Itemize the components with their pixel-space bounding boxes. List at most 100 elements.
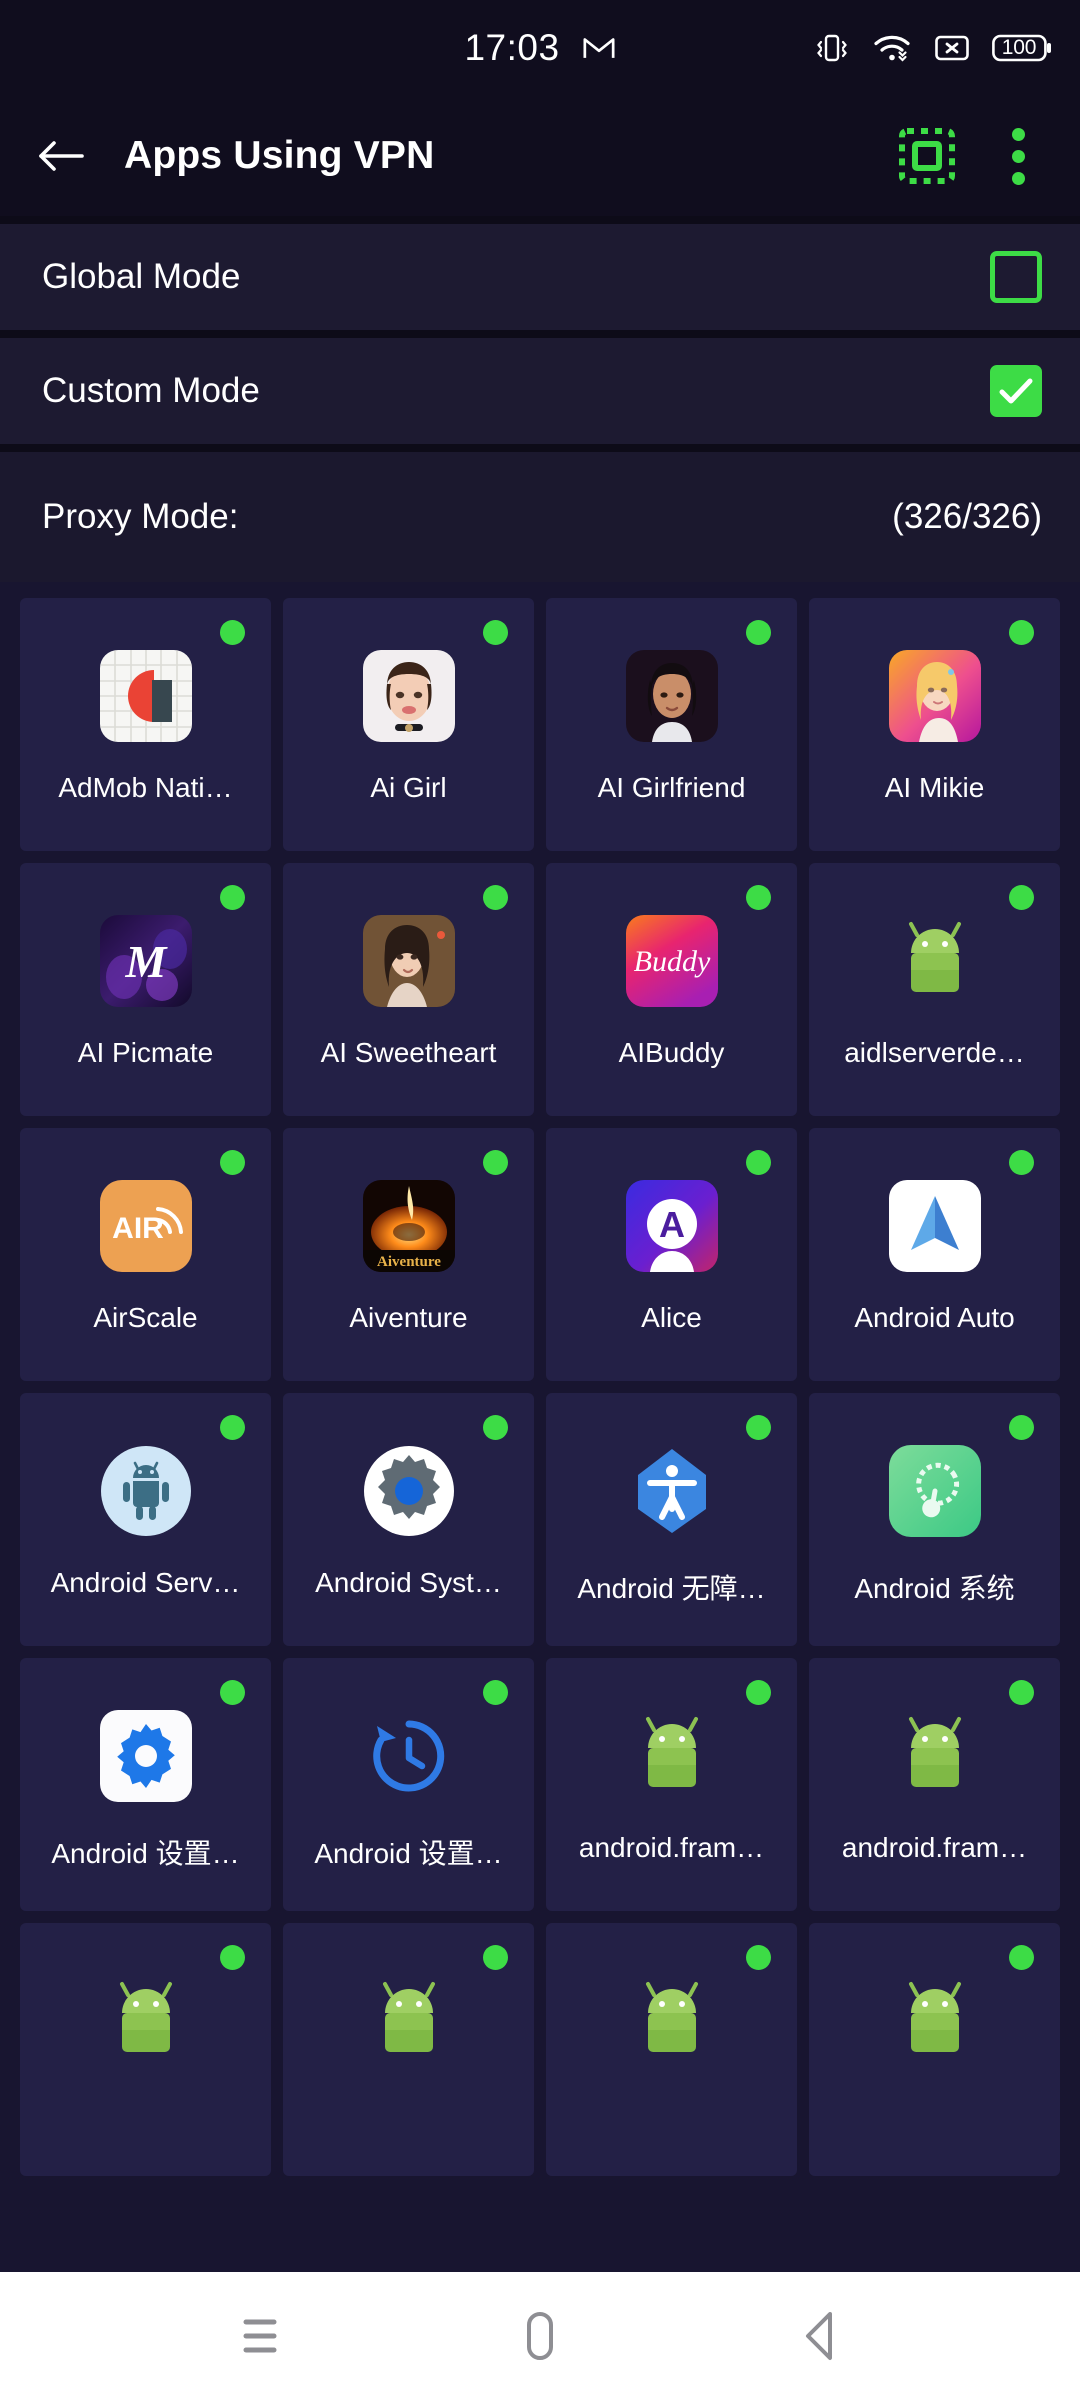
- svg-text:AIR: AIR: [112, 1212, 164, 1245]
- history-clock-icon: [363, 1710, 455, 1802]
- app-name-label: Android 无障…: [577, 1573, 766, 1604]
- app-enabled-dot: [220, 1150, 245, 1175]
- app-tile[interactable]: Aiventure Aiventure: [283, 1128, 534, 1381]
- app-name-label: AirScale: [93, 1302, 198, 1333]
- app-enabled-dot: [483, 1150, 508, 1175]
- status-bar-icons: 100: [814, 32, 1052, 64]
- app-tile[interactable]: Android 设置…: [20, 1658, 271, 1911]
- android-robot-icon: [626, 1710, 718, 1802]
- app-tile[interactable]: Android 无障…: [546, 1393, 797, 1646]
- app-tile[interactable]: AdMob Nati…: [20, 598, 271, 851]
- app-name-label: android.fram…: [841, 1832, 1028, 1863]
- app-name-label: Android Syst…: [315, 1567, 502, 1598]
- android-system-green-icon: [888, 1445, 981, 1537]
- app-tile[interactable]: [546, 1923, 797, 2176]
- global-mode-label: Global Mode: [42, 257, 241, 296]
- app-name-label: AdMob Nati…: [58, 772, 233, 803]
- back-arrow-icon[interactable]: [30, 125, 92, 187]
- back-button[interactable]: [765, 2281, 875, 2391]
- app-tile[interactable]: android.fram…: [546, 1658, 797, 1911]
- recents-button[interactable]: [205, 2281, 315, 2391]
- app-tile[interactable]: android.fram…: [809, 1658, 1060, 1911]
- app-grid-scroll[interactable]: AdMob Nati… Ai Girl AI Girlfriend AI Mik…: [0, 582, 1080, 2272]
- ai-girl-icon: [362, 650, 455, 742]
- app-tile[interactable]: AI Sweetheart: [283, 863, 534, 1116]
- app-name-label: aidlserverde…: [844, 1037, 1025, 1068]
- alice-icon: A: [625, 1180, 718, 1272]
- app-tile[interactable]: [809, 1923, 1060, 2176]
- app-tile[interactable]: Android 设置…: [283, 1658, 534, 1911]
- app-name-label: AI Picmate: [77, 1037, 214, 1068]
- app-enabled-dot: [1009, 620, 1034, 645]
- overflow-dot: [1011, 171, 1025, 185]
- app-enabled-dot: [220, 1945, 245, 1970]
- app-tile[interactable]: [20, 1923, 271, 2176]
- app-name-label: Android 设置…: [51, 1838, 240, 1869]
- app-name-label: Android 设置…: [314, 1838, 503, 1869]
- app-tile[interactable]: A Alice: [546, 1128, 797, 1381]
- app-enabled-dot: [746, 620, 771, 645]
- app-enabled-dot: [483, 620, 508, 645]
- app-enabled-dot: [483, 1415, 508, 1440]
- app-enabled-dot: [483, 885, 508, 910]
- app-name-label: AI Mikie: [884, 772, 985, 803]
- android-robot-icon: [626, 1975, 718, 2067]
- app-enabled-dot: [746, 1150, 771, 1175]
- app-tile[interactable]: Android Syst…: [283, 1393, 534, 1646]
- ai-picmate-icon: M: [99, 915, 192, 1007]
- app-tile[interactable]: [283, 1923, 534, 2176]
- global-mode-row[interactable]: Global Mode: [0, 224, 1080, 330]
- app-enabled-dot: [483, 1680, 508, 1705]
- app-tile[interactable]: Ai Girl: [283, 598, 534, 851]
- wifi-icon: [872, 32, 912, 64]
- app-name-label: AIBuddy: [618, 1037, 725, 1068]
- ai-girlfriend-icon: [625, 650, 718, 742]
- app-enabled-dot: [746, 1680, 771, 1705]
- ai-mikie-icon: [888, 650, 981, 742]
- app-tile[interactable]: AIR AirScale: [20, 1128, 271, 1381]
- app-enabled-dot: [1009, 1945, 1034, 1970]
- app-name-label: Aiventure: [349, 1302, 468, 1333]
- app-grid: AdMob Nati… Ai Girl AI Girlfriend AI Mik…: [20, 598, 1060, 2176]
- android-robot-icon: [889, 1710, 981, 1802]
- battery-icon: 100: [992, 33, 1052, 63]
- app-tile[interactable]: Android 系统: [809, 1393, 1060, 1646]
- custom-mode-row[interactable]: Custom Mode: [0, 338, 1080, 444]
- app-name-label: AI Sweetheart: [320, 1037, 497, 1068]
- app-tile[interactable]: AI Girlfriend: [546, 598, 797, 851]
- custom-mode-checkbox[interactable]: [990, 365, 1042, 417]
- app-tile[interactable]: Android Auto: [809, 1128, 1060, 1381]
- no-sim-icon: [934, 33, 970, 63]
- app-tile[interactable]: AI Mikie: [809, 598, 1060, 851]
- admob-icon: [99, 650, 192, 742]
- app-enabled-dot: [220, 1680, 245, 1705]
- app-enabled-dot: [746, 1945, 771, 1970]
- app-bar: Apps Using VPN: [0, 96, 1080, 216]
- ai-sweetheart-icon: [362, 915, 455, 1007]
- app-enabled-dot: [1009, 1415, 1034, 1440]
- app-tile[interactable]: aidlserverde…: [809, 863, 1060, 1116]
- home-button[interactable]: [485, 2281, 595, 2391]
- overflow-dot: [1011, 127, 1025, 141]
- app-enabled-dot: [1009, 1680, 1034, 1705]
- page-title: Apps Using VPN: [124, 134, 435, 177]
- android-robot-icon: [889, 1975, 981, 2067]
- app-name-label: AI Girlfriend: [597, 772, 746, 803]
- svg-text:Aiventure: Aiventure: [377, 1254, 441, 1270]
- svg-text:Buddy: Buddy: [633, 945, 710, 978]
- global-mode-checkbox[interactable]: [990, 251, 1042, 303]
- app-tile[interactable]: M AI Picmate: [20, 863, 271, 1116]
- app-enabled-dot: [483, 1945, 508, 1970]
- app-name-label: android.fram…: [578, 1832, 765, 1863]
- overflow-menu-icon[interactable]: [990, 119, 1046, 193]
- app-tile[interactable]: Android Serv…: [20, 1393, 271, 1646]
- select-all-icon[interactable]: [890, 119, 964, 193]
- vibrate-icon: [814, 32, 850, 64]
- settings-gear-icon: [99, 1710, 192, 1802]
- status-bar: 17:03 100: [0, 0, 1080, 96]
- app-enabled-dot: [220, 885, 245, 910]
- app-enabled-dot: [1009, 1150, 1034, 1175]
- app-tile[interactable]: Buddy AIBuddy: [546, 863, 797, 1116]
- app-enabled-dot: [220, 620, 245, 645]
- proxy-mode-label: Proxy Mode:: [42, 497, 239, 536]
